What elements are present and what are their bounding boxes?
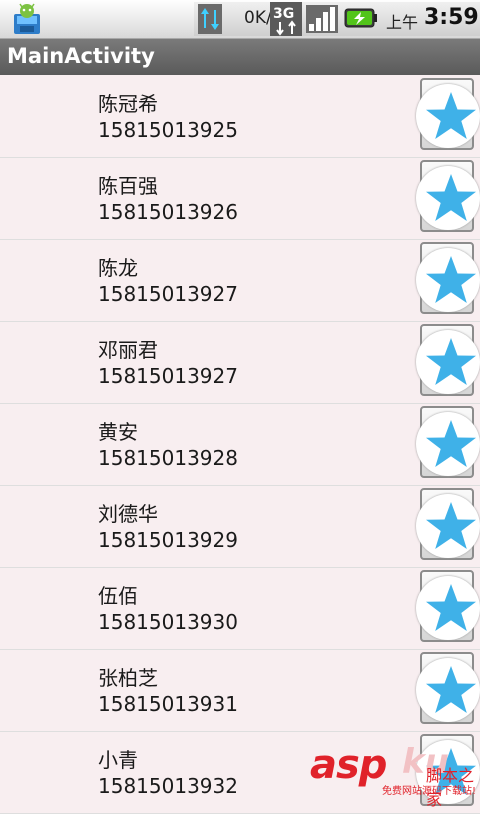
favorite-star-button[interactable]	[416, 406, 480, 478]
star-icon	[426, 502, 476, 549]
page-title: MainActivity	[7, 44, 155, 68]
list-item[interactable]: 张柏芝 15815013931	[0, 650, 480, 732]
title-bar: MainActivity	[0, 39, 480, 75]
star-icon	[426, 420, 476, 467]
contact-name: 张柏芝	[98, 666, 158, 690]
contact-phone: 15815013927	[98, 364, 238, 388]
clock-ampm: 上午	[386, 13, 419, 32]
favorite-star-button[interactable]	[416, 78, 480, 150]
favorite-star-button[interactable]	[416, 324, 480, 396]
contact-list[interactable]: 陈冠希 15815013925 陈百强 15815013926 陈龙 1581501392…	[0, 76, 480, 814]
android-robot-icon	[14, 3, 40, 34]
contact-name: 刘德华	[98, 502, 158, 526]
watermark-brand: asp	[310, 742, 387, 788]
favorite-star-button[interactable]	[416, 160, 480, 232]
contact-phone: 15815013928	[98, 446, 238, 470]
watermark-logo: asp ku 脚本之家 免费网站源码下载站!	[306, 742, 480, 809]
star-icon	[426, 256, 476, 303]
contact-phone: 15815013932	[98, 774, 238, 798]
star-icon	[426, 338, 476, 385]
up-down-arrows-icon	[198, 4, 222, 34]
contact-name: 小青	[98, 748, 138, 772]
favorite-star-button[interactable]	[416, 242, 480, 314]
signal-bars-icon	[306, 5, 338, 33]
contact-phone: 15815013926	[98, 200, 238, 224]
contact-name: 陈百强	[98, 174, 158, 198]
star-icon	[426, 584, 476, 631]
contact-phone: 15815013931	[98, 692, 238, 716]
contact-name: 陈冠希	[98, 92, 158, 116]
list-item[interactable]: 陈百强 15815013926	[0, 158, 480, 240]
contact-name: 陈龙	[98, 256, 138, 280]
list-item[interactable]: 邓丽君 15815013927	[0, 322, 480, 404]
star-icon	[426, 666, 476, 713]
network-type-label: 3G	[273, 6, 294, 22]
star-icon	[426, 92, 476, 139]
list-item[interactable]: 伍佰 15815013930	[0, 568, 480, 650]
contact-phone: 15815013929	[98, 528, 238, 552]
battery-charging-icon	[344, 8, 377, 28]
list-item[interactable]: 陈龙 15815013927	[0, 240, 480, 322]
contact-phone: 15815013927	[98, 282, 238, 306]
contact-phone: 15815013930	[98, 610, 238, 634]
list-item[interactable]: 陈冠希 15815013925	[0, 76, 480, 158]
favorite-star-button[interactable]	[416, 570, 480, 642]
clock-time: 3:59	[424, 5, 479, 30]
watermark-tagline: 免费网站源码下载站!	[382, 786, 477, 797]
list-item[interactable]: 黄安 15815013928	[0, 404, 480, 486]
contact-name: 伍佰	[98, 584, 138, 608]
favorite-star-button[interactable]	[416, 652, 480, 724]
list-item[interactable]: 刘德华 15815013929	[0, 486, 480, 568]
network-3g-icon: 3G	[270, 2, 302, 36]
contact-name: 黄安	[98, 420, 138, 444]
status-bar: 0K/s 3G 上午 3:59	[0, 0, 480, 39]
favorite-star-button[interactable]	[416, 488, 480, 560]
contact-name: 邓丽君	[98, 338, 158, 362]
contact-phone: 15815013925	[98, 118, 238, 142]
star-icon	[426, 174, 476, 221]
